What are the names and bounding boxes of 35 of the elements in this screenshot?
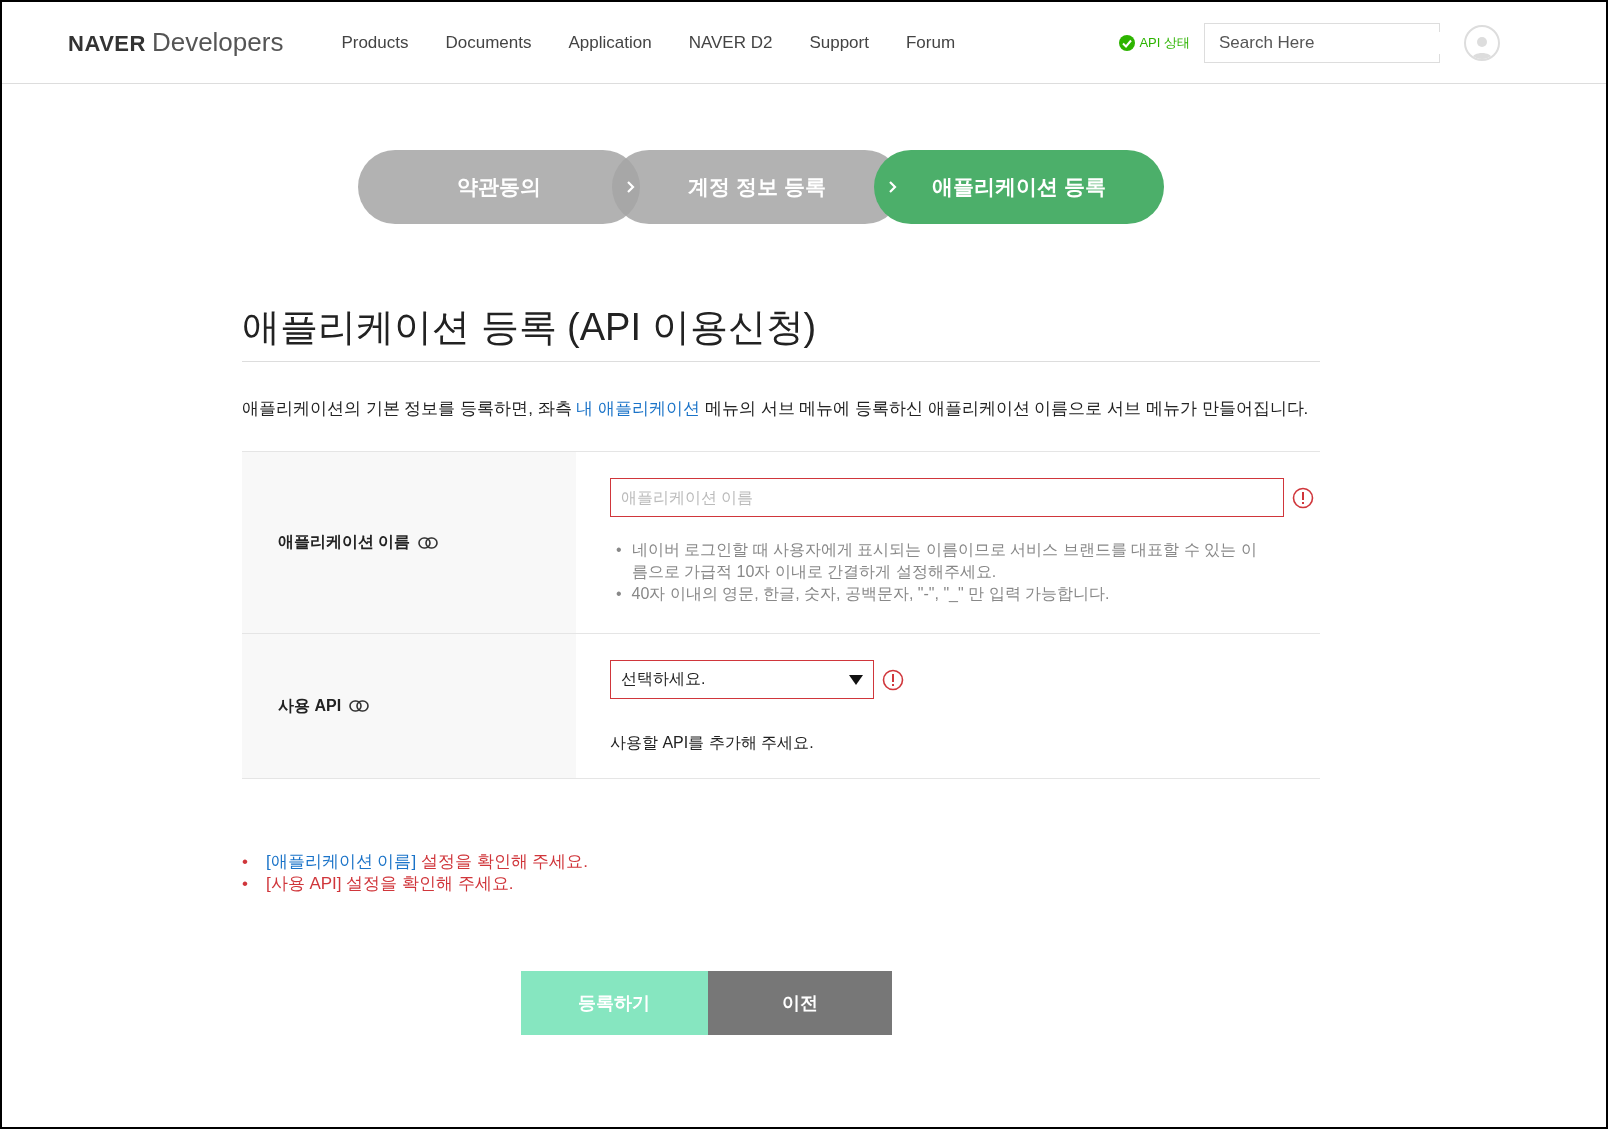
field-label: 사용 API xyxy=(278,695,342,716)
list-bullet: • xyxy=(242,873,248,895)
link-icon xyxy=(349,700,370,712)
caret-icon xyxy=(849,674,863,685)
nav-link[interactable]: Forum xyxy=(905,32,956,53)
avatar-icon[interactable] xyxy=(1464,24,1500,61)
select-field[interactable]: 선택하세요. xyxy=(610,660,874,699)
nav-link[interactable]: Products xyxy=(341,32,409,53)
my-applications-link[interactable]: 내 애플리케이션 xyxy=(576,399,701,418)
hint-text: 네이버 로그인할 때 사용자에게 표시되는 이름이므로 서비스 브랜드를 대표할 수 있는 이름으로 가급적 10자 이내로 간결하게 설정해주세요. xyxy=(631,540,1258,582)
field-label: 애플리케이션 이름 xyxy=(278,532,411,552)
alert-icon xyxy=(1292,486,1314,509)
error-message: [애플리케이션 이름] 설정을 확인해 주세요. xyxy=(265,851,589,873)
nav-link[interactable]: Documents xyxy=(445,32,532,53)
link-icon xyxy=(418,536,439,549)
input-field[interactable]: 애플리케이션 이름 xyxy=(610,478,1284,517)
description: 애플리케이션의 기본 정보를 등록하면, 좌측 내 애플리케이션 메뉴의 서브 메뉴에 등록하신 애플리케이션 이름으로 서브 메뉴가 만들어집니다. xyxy=(242,398,1310,420)
chevron-icon xyxy=(625,180,636,194)
field-note: 사용할 API를 추가해 주세요. xyxy=(610,733,815,753)
page-title: 애플리케이션 등록 (API 이용신청) xyxy=(242,302,1320,362)
logo-brand[interactable]: NAVER xyxy=(68,31,146,57)
check-icon xyxy=(1119,34,1136,51)
nav-link[interactable]: Application xyxy=(568,32,652,53)
alert-icon xyxy=(882,668,904,691)
chevron-icon xyxy=(887,180,898,194)
list-bullet: • xyxy=(616,584,622,604)
list-bullet: • xyxy=(616,540,622,560)
nav-link[interactable]: Support xyxy=(809,32,869,53)
nav-link[interactable]: NAVER D2 xyxy=(688,32,773,53)
search-field[interactable]: Search Here xyxy=(1204,22,1440,63)
error-message: [사용 API] 설정을 확인해 주세요. xyxy=(265,873,514,895)
hint-text: 40자 이내의 영문, 한글, 숫자, 공백문자, "-", "_" 만 입력 가능합니다. xyxy=(631,584,1110,604)
list-bullet: • xyxy=(242,851,248,873)
back-button[interactable]: 이전 xyxy=(707,971,892,1035)
logo-product[interactable]: Developers xyxy=(151,27,284,58)
